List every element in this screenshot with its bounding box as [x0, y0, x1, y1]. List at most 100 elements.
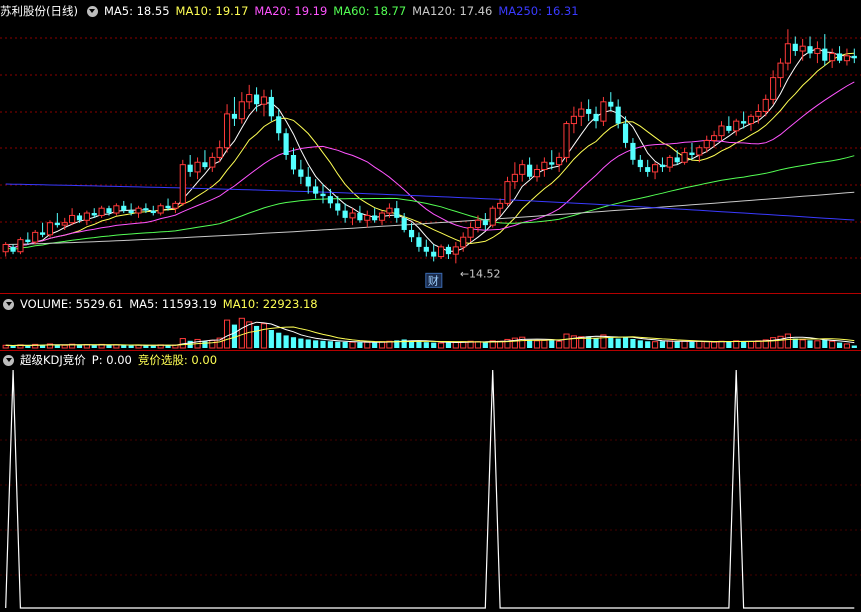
indicator-dropdown-icon[interactable] — [86, 5, 98, 17]
candle-body-down[interactable] — [741, 121, 747, 124]
volume-bar-up[interactable] — [651, 341, 659, 349]
candle-body-down[interactable] — [187, 164, 193, 172]
candle-body-down[interactable] — [394, 208, 400, 218]
candle-body-down[interactable] — [622, 123, 629, 143]
volume-bar-up[interactable] — [437, 342, 445, 349]
volume-bar-down[interactable] — [305, 339, 311, 348]
candle-body-up[interactable] — [799, 45, 806, 52]
candle-body-down[interactable] — [549, 162, 555, 165]
candle-body-down[interactable] — [608, 101, 614, 107]
volume-bar-down[interactable] — [630, 339, 636, 348]
candle-body-up[interactable] — [711, 135, 718, 141]
candle-body-up[interactable] — [784, 43, 791, 64]
candle-body-down[interactable] — [482, 220, 488, 226]
candle-body-up[interactable] — [666, 156, 673, 168]
candle-body-up[interactable] — [814, 48, 821, 54]
candle-body-up[interactable] — [770, 77, 777, 100]
volume-bar-up[interactable] — [452, 341, 459, 349]
candle-body-down[interactable] — [283, 133, 289, 155]
candle-body-down[interactable] — [689, 152, 695, 155]
candle-body-up[interactable] — [378, 212, 386, 221]
volume-bars[interactable] — [2, 317, 857, 349]
candle-body-down[interactable] — [25, 239, 31, 243]
volume-bar-up[interactable] — [364, 341, 371, 349]
volume-bar-down[interactable] — [622, 336, 629, 348]
volume-bar-down[interactable] — [807, 340, 813, 348]
volume-bar-up[interactable] — [238, 317, 245, 349]
candle-body-up[interactable] — [651, 164, 659, 173]
volume-bar-down[interactable] — [320, 340, 326, 348]
candle-body-up[interactable] — [467, 227, 474, 238]
volume-bar-down[interactable] — [254, 325, 260, 348]
volume-bar-down[interactable] — [276, 332, 282, 348]
volume-bar-down[interactable] — [416, 341, 422, 348]
volume-bar-down[interactable] — [674, 341, 680, 348]
candle-body-down[interactable] — [268, 96, 274, 117]
candle-body-down[interactable] — [615, 106, 621, 124]
volume-bar-down[interactable] — [106, 345, 112, 348]
candle-body-down[interactable] — [54, 222, 60, 226]
volume-bar-down[interactable] — [593, 338, 599, 348]
volume-bar-down[interactable] — [822, 339, 828, 348]
candle-body-up[interactable] — [349, 212, 356, 219]
candle-body-down[interactable] — [40, 232, 46, 235]
candle-body-up[interactable] — [460, 236, 467, 248]
candle-body-down[interactable] — [445, 246, 452, 255]
candle-body-up[interactable] — [843, 55, 851, 62]
volume-bar-down[interactable] — [659, 341, 666, 348]
volume-bar-down[interactable] — [128, 345, 134, 348]
candle-body-down[interactable] — [290, 155, 297, 170]
candle-body-up[interactable] — [747, 115, 755, 125]
candle-body-up[interactable] — [556, 156, 563, 166]
candle-body-down[interactable] — [401, 217, 407, 230]
candle-body-up[interactable] — [364, 214, 371, 221]
volume-bar-up[interactable] — [681, 340, 688, 349]
volume-bar-down[interactable] — [527, 339, 533, 348]
candle-body-down[interactable] — [423, 246, 429, 252]
stock-title[interactable]: 苏利股份(日线) — [0, 3, 78, 19]
candle-body-down[interactable] — [150, 210, 156, 214]
candle-body-down[interactable] — [408, 229, 415, 238]
candle-body-down[interactable] — [416, 237, 422, 247]
candle-body-up[interactable] — [172, 202, 179, 209]
volume-bar-up[interactable] — [209, 339, 216, 349]
candle-body-down[interactable] — [121, 205, 127, 211]
volume-bar-up[interactable] — [784, 333, 791, 349]
volume-bar-down[interactable] — [482, 342, 488, 348]
candle-body-down[interactable] — [792, 43, 798, 52]
candle-body-down[interactable] — [276, 116, 282, 134]
volume-bar-down[interactable] — [689, 341, 695, 348]
volume-bar-down[interactable] — [615, 338, 621, 348]
candle-body-up[interactable] — [755, 110, 762, 117]
candle-body-up[interactable] — [17, 239, 24, 253]
volume-bar-down[interactable] — [792, 338, 798, 348]
volume-bar-down[interactable] — [342, 341, 348, 348]
volume-bar-down[interactable] — [645, 341, 651, 348]
volume-bar-down[interactable] — [121, 345, 127, 348]
volume-bar-up[interactable] — [349, 341, 356, 349]
candle-body-up[interactable] — [216, 147, 223, 158]
candle-body-down[interactable] — [10, 246, 16, 252]
volume-bar-down[interactable] — [836, 342, 843, 348]
candle-body-down[interactable] — [106, 208, 112, 214]
candle-body-up[interactable] — [238, 101, 245, 120]
candle-body-down[interactable] — [335, 203, 341, 211]
volume-bar-up[interactable] — [843, 343, 851, 349]
candle-body-down[interactable] — [357, 213, 363, 221]
candle-body-up[interactable] — [696, 147, 703, 156]
volume-bar-up[interactable] — [747, 340, 755, 349]
volume-bar-down[interactable] — [268, 330, 274, 348]
candle-body-down[interactable] — [320, 193, 326, 197]
candle-body-down[interactable] — [807, 46, 813, 54]
candle-body-down[interactable] — [254, 94, 260, 105]
candle-body-down[interactable] — [630, 142, 636, 160]
candle-body-down[interactable] — [586, 109, 592, 114]
volume-bar-down[interactable] — [431, 342, 437, 348]
candle-body-down[interactable] — [342, 210, 348, 218]
candle-body-up[interactable] — [452, 246, 459, 255]
candle-body-up[interactable] — [519, 164, 526, 175]
candle-body-down[interactable] — [372, 215, 378, 221]
candle-body-down[interactable] — [143, 208, 149, 211]
candle-body-down[interactable] — [527, 164, 533, 177]
candle-body-down[interactable] — [659, 164, 666, 168]
